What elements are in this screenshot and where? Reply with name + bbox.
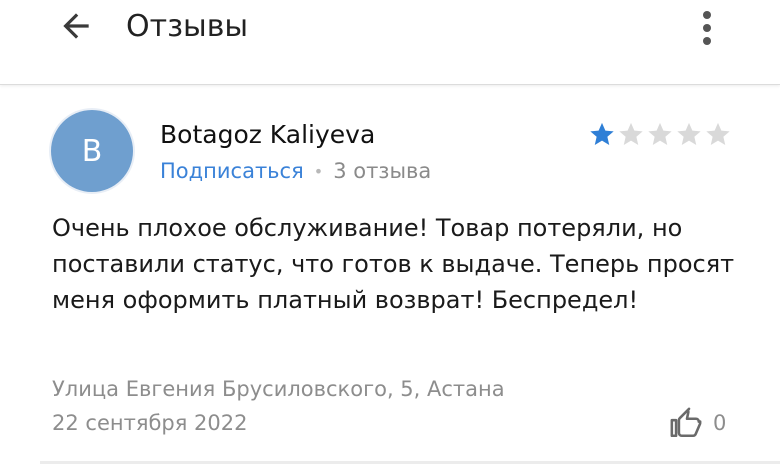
reviews-count: 3 отзыва <box>333 159 432 183</box>
more-options-button[interactable] <box>690 6 724 50</box>
page-title: Отзывы <box>126 9 249 44</box>
rating-stars <box>588 120 733 148</box>
star-empty-icon <box>648 122 672 145</box>
avatar[interactable]: B <box>51 110 133 192</box>
like-button[interactable] <box>666 404 706 442</box>
like-count: 0 <box>713 411 727 435</box>
avatar-letter: B <box>81 133 103 169</box>
more-vertical-icon <box>703 11 711 45</box>
review-date: 22 сентября 2022 <box>52 411 248 435</box>
meta-separator: • <box>313 161 324 181</box>
star-empty-icon <box>677 122 701 145</box>
subscribe-link[interactable]: Подписаться <box>160 159 304 183</box>
thumbs-up-icon <box>670 407 702 438</box>
back-button[interactable] <box>52 4 100 48</box>
author-name[interactable]: Botagoz Kaliyeva <box>160 119 375 151</box>
review-address: Улица Евгения Брусиловского, 5, Астана <box>52 377 505 401</box>
arrow-left-icon <box>63 13 89 39</box>
star-empty-icon <box>706 122 730 145</box>
author-meta: Подписаться • 3 отзыва <box>160 155 431 187</box>
top-app-bar: Отзывы <box>0 0 780 85</box>
star-empty-icon <box>619 122 643 145</box>
star-filled-icon <box>590 122 614 145</box>
review-text: Очень плохое обслуживание! Товар потерял… <box>52 214 735 314</box>
